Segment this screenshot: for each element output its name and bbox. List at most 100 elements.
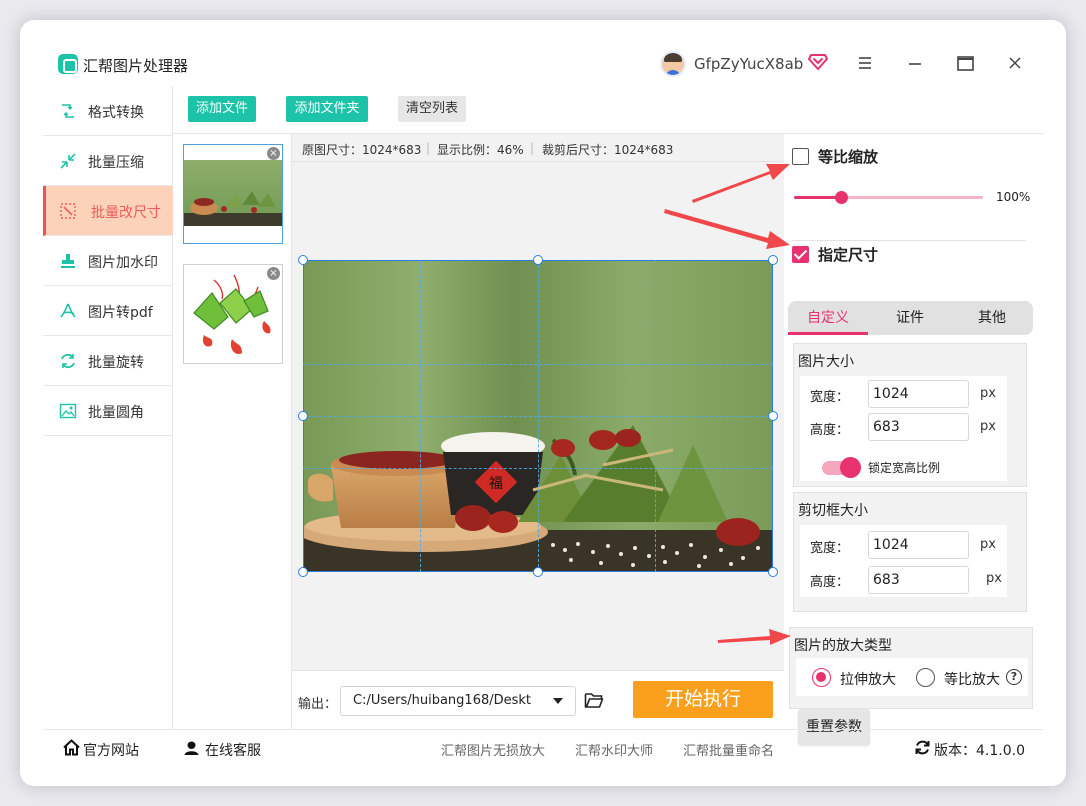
sidebar-item-rounded-corner[interactable]: 批量圆角 bbox=[43, 386, 173, 436]
menu-button[interactable] bbox=[852, 50, 878, 76]
crop-handle-bottom[interactable] bbox=[533, 567, 543, 577]
crop-handle-top-left[interactable] bbox=[298, 255, 308, 265]
clear-list-button[interactable]: 清空列表 bbox=[398, 96, 466, 122]
output-bar: 输出： C:/Users/huibang168/Deskt 开始执行 bbox=[292, 670, 784, 729]
chevron-down-icon bbox=[553, 698, 563, 704]
proportional-scale-label: 等比缩放 bbox=[818, 148, 879, 166]
info-separator: | bbox=[426, 141, 431, 155]
crop-grid-line bbox=[303, 416, 773, 417]
user-avatar[interactable] bbox=[660, 51, 686, 77]
promo-link-rename[interactable]: 汇帮批量重命名 bbox=[683, 740, 774, 759]
tab-custom[interactable]: 自定义 bbox=[788, 301, 868, 335]
sidebar-item-rotate[interactable]: 批量旋转 bbox=[43, 336, 173, 386]
maximize-button[interactable] bbox=[952, 50, 978, 76]
group-title: 图片的放大类型 bbox=[794, 638, 892, 654]
height-unit: px bbox=[980, 419, 996, 434]
info-separator: | bbox=[530, 141, 535, 155]
width-label: 宽度： bbox=[810, 390, 850, 405]
group-title: 剪切框大小 bbox=[798, 503, 868, 519]
sidebar-item-resize[interactable]: 批量改尺寸 bbox=[43, 186, 173, 236]
preview-canvas[interactable]: 福 bbox=[298, 255, 778, 577]
crop-width-input[interactable]: 1024 bbox=[868, 531, 969, 559]
thumbnail-item[interactable]: × bbox=[183, 264, 283, 364]
lock-ratio-toggle[interactable] bbox=[822, 457, 861, 478]
sidebar-item-label: 批量压缩 bbox=[88, 155, 144, 171]
specify-size-checkbox[interactable] bbox=[792, 246, 809, 263]
minimize-button[interactable] bbox=[902, 50, 928, 76]
crop-handle-bottom-right[interactable] bbox=[768, 567, 778, 577]
tab-other[interactable]: 其他 bbox=[952, 301, 1032, 335]
thumbnail-item[interactable]: × bbox=[183, 144, 283, 244]
add-file-button[interactable]: 添加文件 bbox=[188, 96, 256, 122]
username[interactable]: GfpZyYucX8ab bbox=[694, 55, 803, 73]
sidebar-item-compress[interactable]: 批量压缩 bbox=[43, 136, 173, 186]
promo-link-enlarge[interactable]: 汇帮图片无损放大 bbox=[441, 740, 545, 759]
sidebar: 格式转换 批量压缩 批量改尺寸 图片加水印 图片转pdf 批量旋转 批量圆角 bbox=[43, 86, 173, 729]
output-path-select[interactable]: C:/Users/huibang168/Deskt bbox=[340, 686, 576, 716]
crop-handle-top-right[interactable] bbox=[768, 255, 778, 265]
remove-thumbnail-button[interactable]: × bbox=[267, 267, 280, 280]
close-icon bbox=[1009, 57, 1021, 69]
minimize-icon bbox=[909, 63, 921, 65]
footer: 官方网站 在线客服 汇帮图片无损放大 汇帮水印大师 汇帮批量重命名 版本：4.1… bbox=[43, 729, 1043, 765]
sidebar-item-pdf[interactable]: 图片转pdf bbox=[43, 286, 173, 336]
enlarge-type-options: 拉伸放大 等比放大 ? bbox=[796, 658, 1028, 696]
slider-thumb[interactable] bbox=[835, 191, 849, 204]
crop-width-unit: px bbox=[980, 537, 996, 552]
width-input[interactable]: 1024 bbox=[868, 380, 969, 408]
output-label: 输出： bbox=[298, 697, 338, 712]
home-icon[interactable] bbox=[63, 739, 80, 756]
crop-handle-left[interactable] bbox=[298, 411, 308, 421]
crop-height-unit: px bbox=[986, 571, 1002, 586]
crop-height-input[interactable]: 683 bbox=[868, 566, 969, 594]
image-icon bbox=[59, 403, 77, 419]
compress-icon bbox=[60, 153, 76, 169]
display-ratio-label: 显示比例：46% bbox=[437, 143, 524, 157]
add-folder-button[interactable]: 添加文件夹 bbox=[286, 96, 368, 122]
refresh-icon[interactable] bbox=[914, 739, 931, 756]
image-size-group: 图片大小 宽度： 1024 px 高度： 683 px 锁定宽高比例 bbox=[793, 343, 1027, 487]
close-button[interactable] bbox=[1002, 50, 1028, 76]
vip-diamond-icon[interactable] bbox=[808, 53, 828, 71]
specify-size-label: 指定尺寸 bbox=[818, 246, 879, 264]
crop-handle-top[interactable] bbox=[533, 255, 543, 265]
sidebar-item-label: 批量改尺寸 bbox=[91, 205, 161, 221]
scale-slider[interactable] bbox=[794, 191, 983, 204]
divider bbox=[792, 240, 1026, 241]
size-tabs: 自定义 证件 其他 bbox=[788, 301, 1033, 335]
folder-open-icon[interactable] bbox=[584, 692, 604, 709]
proportional-scale-checkbox[interactable] bbox=[792, 148, 809, 165]
slider-fill bbox=[794, 196, 842, 199]
help-icon[interactable]: ? bbox=[1006, 669, 1022, 685]
group-title: 图片大小 bbox=[798, 354, 854, 370]
height-input[interactable]: 683 bbox=[868, 413, 969, 441]
image-size-fields: 宽度： 1024 px 高度： 683 px 锁定宽高比例 bbox=[800, 376, 1007, 481]
original-size-label: 原图尺寸：1024*683 bbox=[302, 143, 422, 157]
start-button[interactable]: 开始执行 bbox=[633, 681, 773, 718]
sidebar-item-label: 图片转pdf bbox=[88, 305, 153, 321]
version-label: 版本：4.1.0.0 bbox=[934, 743, 1025, 759]
official-site-link[interactable]: 官方网站 bbox=[83, 740, 139, 760]
crop-handle-right[interactable] bbox=[768, 411, 778, 421]
crop-size-fields: 宽度： 1024 px 高度： 683 px bbox=[800, 525, 1007, 597]
crop-width-label: 宽度： bbox=[810, 541, 850, 556]
crop-grid-line bbox=[303, 468, 773, 469]
proportional-radio[interactable] bbox=[916, 668, 935, 687]
format-convert-icon bbox=[62, 104, 74, 118]
scale-value: 100% bbox=[996, 190, 1031, 204]
promo-link-watermark[interactable]: 汇帮水印大师 bbox=[575, 740, 653, 759]
sidebar-item-format-convert[interactable]: 格式转换 bbox=[43, 86, 173, 136]
thumbnail-list: × × bbox=[173, 134, 292, 729]
stretch-radio[interactable] bbox=[812, 668, 831, 687]
online-service-link[interactable]: 在线客服 bbox=[205, 740, 261, 760]
sidebar-item-watermark[interactable]: 图片加水印 bbox=[43, 236, 173, 286]
height-label: 高度： bbox=[810, 423, 850, 438]
preview-area: 原图尺寸：1024*683 | 显示比例：46% | 裁剪后尺寸：1024*68… bbox=[292, 134, 784, 729]
zongzi-thumbnail-image bbox=[184, 160, 282, 226]
crop-handle-bottom-left[interactable] bbox=[298, 567, 308, 577]
remove-thumbnail-button[interactable]: × bbox=[267, 147, 280, 160]
pdf-icon bbox=[60, 303, 76, 318]
tab-id-photo[interactable]: 证件 bbox=[870, 301, 950, 335]
customer-service-icon[interactable] bbox=[183, 739, 200, 756]
zongzi-illustration-thumbnail bbox=[184, 265, 282, 363]
